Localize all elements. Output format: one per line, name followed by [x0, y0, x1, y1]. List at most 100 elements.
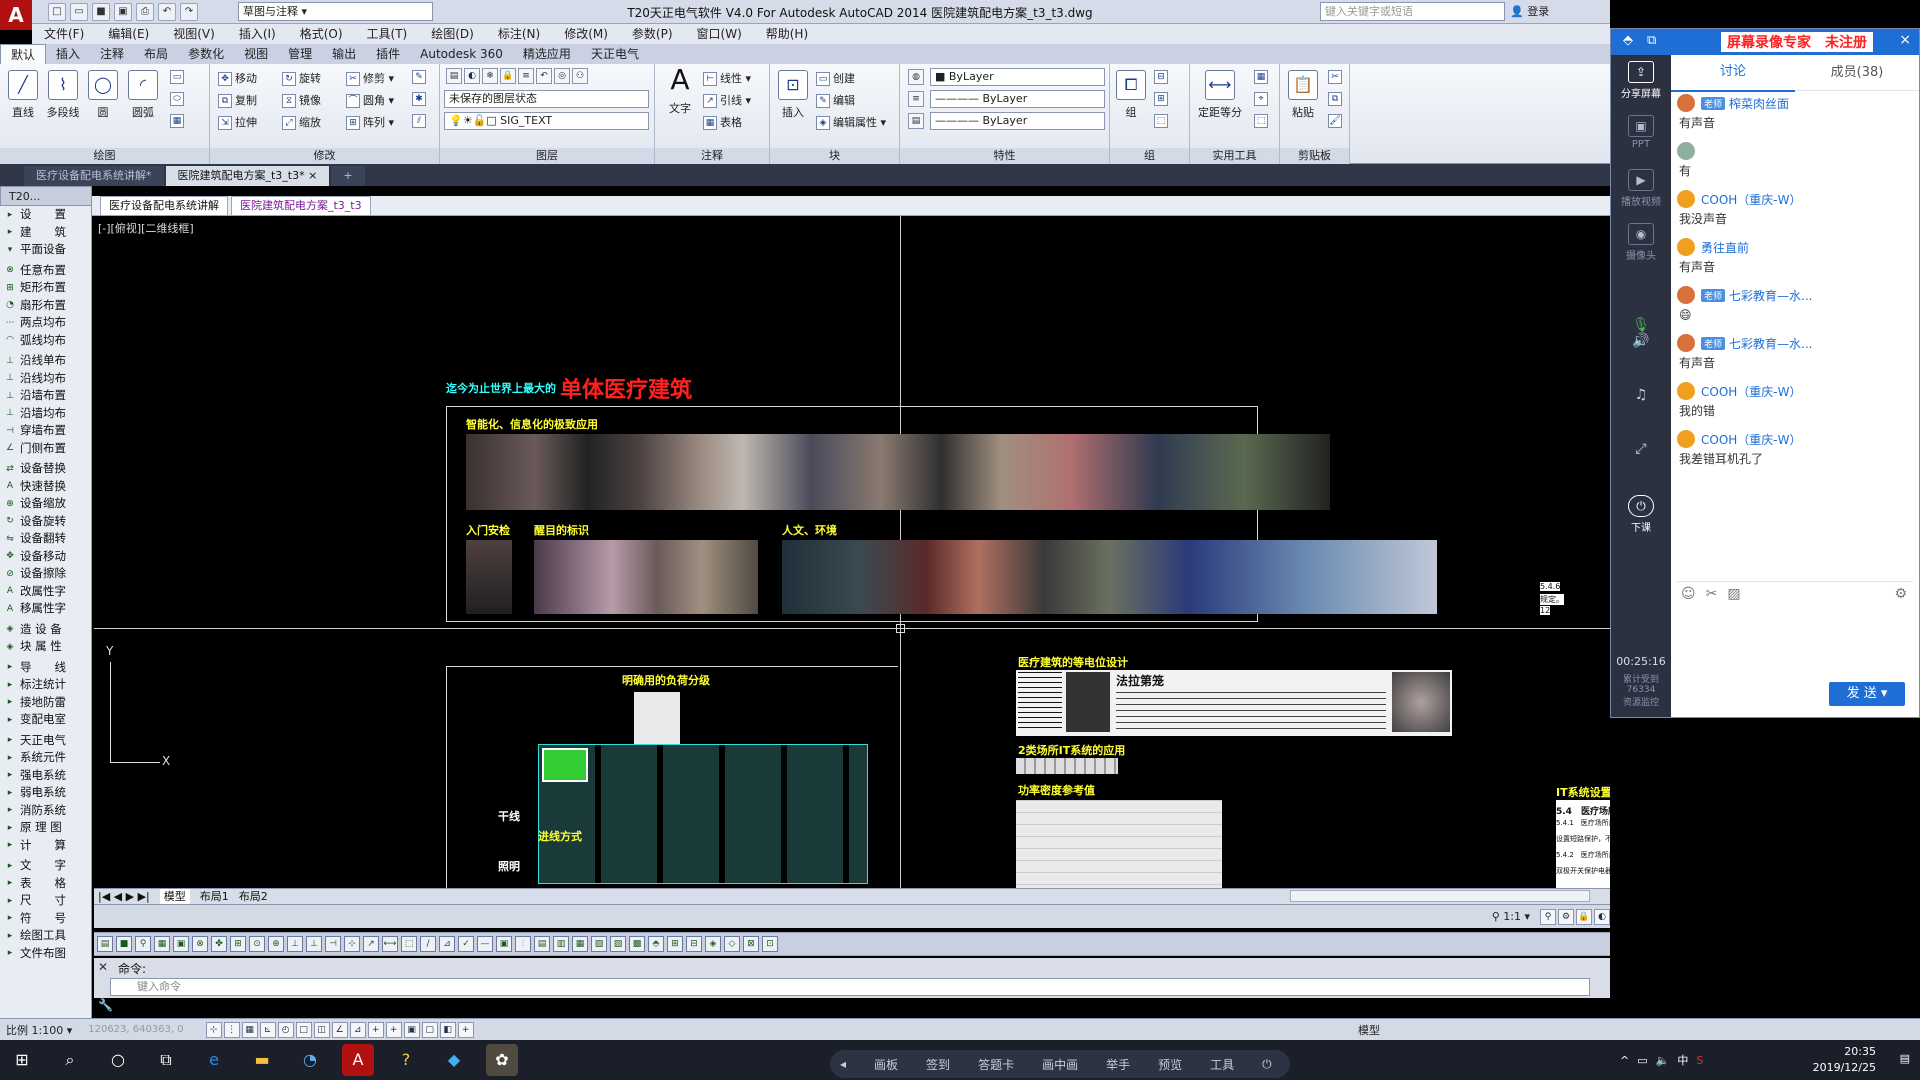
mirror-tool[interactable]: ⧖ 镜像 [282, 92, 321, 110]
avatar[interactable] [1677, 430, 1695, 448]
sender-name[interactable]: 榨菜肉丝面 [1729, 95, 1789, 112]
avatar[interactable] [1677, 94, 1695, 112]
recorder-app-icon[interactable]: ✿ [486, 1044, 518, 1076]
network-icon[interactable]: ▭ [1637, 1054, 1647, 1067]
ungroup-tool[interactable]: ⊟ [1154, 70, 1171, 88]
3dosnap-icon[interactable]: ◫ [313, 1021, 330, 1038]
tool-palette-item[interactable]: A 快速替换 [0, 478, 91, 496]
copy-tool[interactable]: ⧉ 复制 [218, 92, 257, 110]
tab-insert[interactable]: 插入 [46, 44, 90, 64]
tab-discussion[interactable]: 讨论 [1671, 54, 1795, 92]
close-icon[interactable]: × [308, 169, 317, 182]
windows-start-icon[interactable]: ⊞ [6, 1044, 38, 1076]
tool-palette-item[interactable]: ⊥ 沿线均布 [0, 370, 91, 388]
model-space-toggle[interactable]: 模型 [1358, 1022, 1380, 1038]
chevron-up-icon[interactable]: ^ [1620, 1054, 1629, 1067]
rotate-tool[interactable]: ↻ 旋转 [282, 70, 321, 88]
layer-match-icon[interactable]: ≡ [518, 68, 534, 84]
tool-palette-item[interactable]: ↻ 设备旋转 [0, 513, 91, 531]
menu-modify[interactable]: 修改(M) [564, 24, 608, 44]
tool-palette-header[interactable]: T20... [0, 186, 92, 206]
power-icon[interactable]: ⏻ [1262, 1057, 1272, 1072]
offset-tool[interactable]: ⫽ [412, 114, 429, 132]
pip-button[interactable]: 画中画 [1042, 1056, 1078, 1073]
tool-palette-item[interactable]: ▸ 导 线 [0, 659, 91, 677]
save-icon[interactable]: ■ [92, 3, 110, 21]
sender-name[interactable]: 七彩教育—水... [1729, 335, 1812, 352]
tangent-tool-icon[interactable]: ⊥ [306, 936, 322, 952]
trim-tool[interactable]: ✂ 修剪 ▾ [346, 70, 394, 88]
linetype-select[interactable]: ———— ByLayer [930, 90, 1105, 108]
fullscreen-button[interactable]: ⤢ [1611, 435, 1671, 489]
layer-on-icon[interactable]: ◐ [464, 68, 480, 84]
tool-palette-item[interactable]: ▸ 设 置 [0, 206, 91, 224]
layout-tab-2[interactable]: 布局2 [239, 889, 268, 905]
lwt-icon[interactable]: + [385, 1021, 402, 1038]
tool-palette-item[interactable]: ∠ 门侧布置 [0, 440, 91, 458]
clock-app-icon[interactable]: ◔ [294, 1044, 326, 1076]
tab-members[interactable]: 成员(38) [1795, 55, 1919, 91]
volume-icon[interactable]: 🔊 [1611, 333, 1671, 349]
tool-palette-item[interactable]: ◠ 弧线均布 [0, 332, 91, 350]
sender-name[interactable]: 勇往直前 [1701, 239, 1749, 256]
sender-name[interactable]: COOH（重庆-W） [1701, 191, 1802, 208]
menu-help[interactable]: 帮助(H) [766, 24, 808, 44]
layout-tab-model[interactable]: 模型 [159, 888, 190, 905]
tool-palette-item[interactable]: ▸ 绘图工具 [0, 927, 91, 945]
sogou-icon[interactable]: S [1696, 1054, 1703, 1067]
tool-palette-item[interactable]: ✥ 设备移动 [0, 548, 91, 566]
tool-palette-item[interactable]: ⇄ 设备替换 [0, 460, 91, 478]
tools-button[interactable]: 工具 [1210, 1056, 1234, 1073]
notification-icon[interactable]: ▤ [1900, 1052, 1910, 1065]
drawing-canvas[interactable]: [-][俯视][二维线框] 迄今为止世界上最大的 单体医疗建筑 智能化、信息化的… [94, 216, 1610, 888]
tool-palette-item[interactable]: ⊥ 沿线单布 [0, 352, 91, 370]
select-all-tool[interactable]: ⬚ [1254, 114, 1271, 132]
tangent-tool-icon[interactable]: ▦ [154, 936, 170, 952]
answer-card-button[interactable]: 答题卡 [978, 1056, 1014, 1073]
tool-palette-item[interactable]: A 改属性字 [0, 583, 91, 601]
tool-palette-item[interactable]: ▸ 文件布图 [0, 945, 91, 963]
menu-view[interactable]: 视图(V) [173, 24, 215, 44]
tangent-tool-icon[interactable]: ⊙ [249, 936, 265, 952]
annotation-scale[interactable]: ⚲ 1:1 ▾ [1492, 910, 1530, 923]
new-tab-button[interactable]: + [331, 166, 365, 186]
menu-params[interactable]: 参数(P) [632, 24, 673, 44]
layer-walk-icon[interactable]: ⚇ [572, 68, 588, 84]
layer-panel-title[interactable]: 图层 [440, 148, 654, 164]
tool-palette-item[interactable]: ▸ 表 格 [0, 875, 91, 893]
doc-tab-hospital[interactable]: 医院建筑配电方案_t3_t3 [231, 196, 371, 216]
tangent-tool-icon[interactable]: ◈ [705, 936, 721, 952]
tangent-tool-icon[interactable]: ⊞ [230, 936, 246, 952]
sender-name[interactable]: COOH（重庆-W） [1701, 431, 1802, 448]
circle-tool[interactable]: ◯ 圆 [82, 68, 124, 120]
file-tab-equipment[interactable]: 医疗设备配电系统讲解* [24, 166, 164, 186]
group-panel-title[interactable]: 组 [1110, 148, 1189, 164]
id-point-tool[interactable]: ⌖ [1254, 92, 1271, 110]
tool-palette-item[interactable]: ▸ 文 字 [0, 857, 91, 875]
lineweight-icon[interactable]: ≡ [908, 91, 924, 107]
tangent-tool-icon[interactable]: ⊗ [192, 936, 208, 952]
quick-calc-tool[interactable]: ▦ [1254, 70, 1271, 88]
menu-file[interactable]: 文件(F) [44, 24, 84, 44]
emoji-icon[interactable]: ☺ [1681, 586, 1696, 602]
tab-annotate[interactable]: 注释 [90, 44, 134, 64]
am-icon[interactable]: + [457, 1021, 474, 1038]
otrack-icon[interactable]: ∠ [331, 1021, 348, 1038]
tab-output[interactable]: 输出 [322, 44, 366, 64]
tangent-tool-icon[interactable]: ▨ [610, 936, 626, 952]
dyn-icon[interactable]: + [367, 1021, 384, 1038]
tpy-icon[interactable]: ▣ [403, 1021, 420, 1038]
send-button[interactable]: 发 送 ▾ [1829, 682, 1905, 706]
edit-attributes-tool[interactable]: ◈ 编辑属性 ▾ [816, 114, 886, 132]
command-input[interactable]: 键入命令 [110, 978, 1590, 996]
osnap-icon[interactable]: □ [295, 1021, 312, 1038]
tangent-tool-icon[interactable]: ▤ [534, 936, 550, 952]
tool-palette-item[interactable]: ▸ 符 号 [0, 910, 91, 928]
undo-icon[interactable]: ↶ [158, 3, 176, 21]
tool-palette-item[interactable]: ⇋ 设备翻转 [0, 530, 91, 548]
stretch-tool[interactable]: ⇲ 拉伸 [218, 114, 257, 132]
tangent-tool-icon[interactable]: ⊞ [667, 936, 683, 952]
tangent-tool-icon[interactable]: ▩ [629, 936, 645, 952]
taskbar-clock[interactable]: 20:35 2019/12/25 [1813, 1044, 1876, 1076]
play-video-button[interactable]: ▶ 播放视频 [1611, 163, 1671, 217]
